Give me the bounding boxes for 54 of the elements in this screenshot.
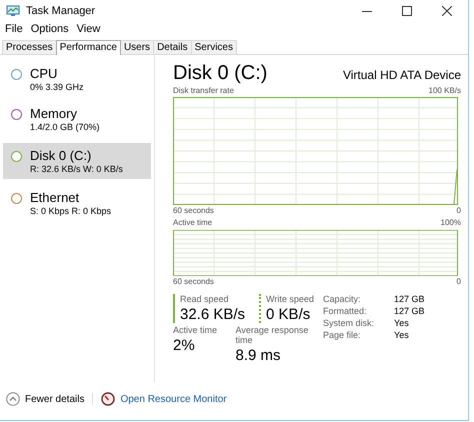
maximize-icon[interactable] (402, 6, 412, 16)
panel-title: Disk 0 (C:) (173, 62, 268, 85)
item-name: Memory (30, 106, 78, 121)
stat-label: Read speed (180, 294, 230, 304)
tab[interactable]: Processes (2, 40, 57, 54)
menu-item[interactable]: File (5, 23, 23, 35)
monitor-icon (6, 5, 20, 17)
graph-min: 0 (456, 205, 461, 217)
fewer-details-link[interactable]: Fewer details (25, 394, 84, 404)
time-span-label: 60 seconds (173, 205, 214, 217)
property-label: System disk: (323, 318, 374, 328)
item-detail: 0% 3.39 GHz (30, 82, 84, 92)
property-value: Yes (394, 330, 410, 340)
property-value: 127 GB (394, 306, 425, 316)
sidebar-item[interactable]: Memory 1.4/2.0 GB (70%) (3, 103, 151, 135)
menu-item[interactable]: View (76, 23, 100, 35)
property-label: Capacity: (323, 294, 362, 304)
stat-value: 32.6 KB/s (180, 306, 246, 323)
tab[interactable]: Details (153, 40, 192, 54)
stat-label: Active time (173, 325, 218, 335)
tab[interactable]: Services (190, 40, 237, 54)
stat-value: 2% (173, 337, 196, 354)
graph-max: 100% (440, 217, 461, 229)
stat-value: 8.9 ms (236, 347, 282, 364)
collapse-icon[interactable] (6, 392, 20, 406)
device-name: Virtual HD ATA Device (342, 68, 461, 82)
graph-min: 0 (456, 276, 461, 288)
graph-label: Disk transfer rate (173, 85, 234, 97)
sidebar-item[interactable]: Ethernet S: 0 Kbps R: 0 Kbps (3, 187, 151, 219)
item-name: Disk 0 (C:) (30, 148, 92, 163)
graph-max: 100 KB/s (428, 85, 461, 97)
property-value: 127 GB (394, 294, 425, 304)
tab[interactable]: Performance (56, 40, 121, 55)
item-detail: R: 32.6 KB/s W: 0 KB/s (30, 164, 123, 174)
stat-label: Average response time (236, 325, 310, 345)
item-name: CPU (30, 66, 58, 81)
sidebar-item[interactable]: CPU 0% 3.39 GHz (3, 63, 151, 95)
window-title: Task Manager (26, 5, 96, 17)
time-span-label: 60 seconds (173, 276, 214, 288)
item-detail: S: 0 Kbps R: 0 Kbps (30, 206, 112, 216)
property-label: Formatted: (323, 306, 368, 316)
close-icon[interactable] (442, 6, 452, 16)
item-detail: 1.4/2.0 GB (70%) (30, 122, 100, 132)
property-label: Page file: (323, 330, 362, 340)
resource-monitor-link[interactable]: Open Resource Monitor (120, 394, 227, 404)
sidebar-item[interactable]: Disk 0 (C:) R: 32.6 KB/s W: 0 KB/s (3, 143, 151, 179)
stat-label: Write speed (266, 294, 314, 304)
graph-label: Active time (173, 217, 212, 229)
property-value: Yes (394, 318, 410, 328)
item-name: Ethernet (30, 190, 80, 205)
tab[interactable]: Users (120, 40, 154, 54)
menu-item[interactable]: Options (30, 23, 69, 35)
stat-value: 0 KB/s (266, 306, 312, 323)
gauge-icon[interactable] (101, 392, 116, 406)
